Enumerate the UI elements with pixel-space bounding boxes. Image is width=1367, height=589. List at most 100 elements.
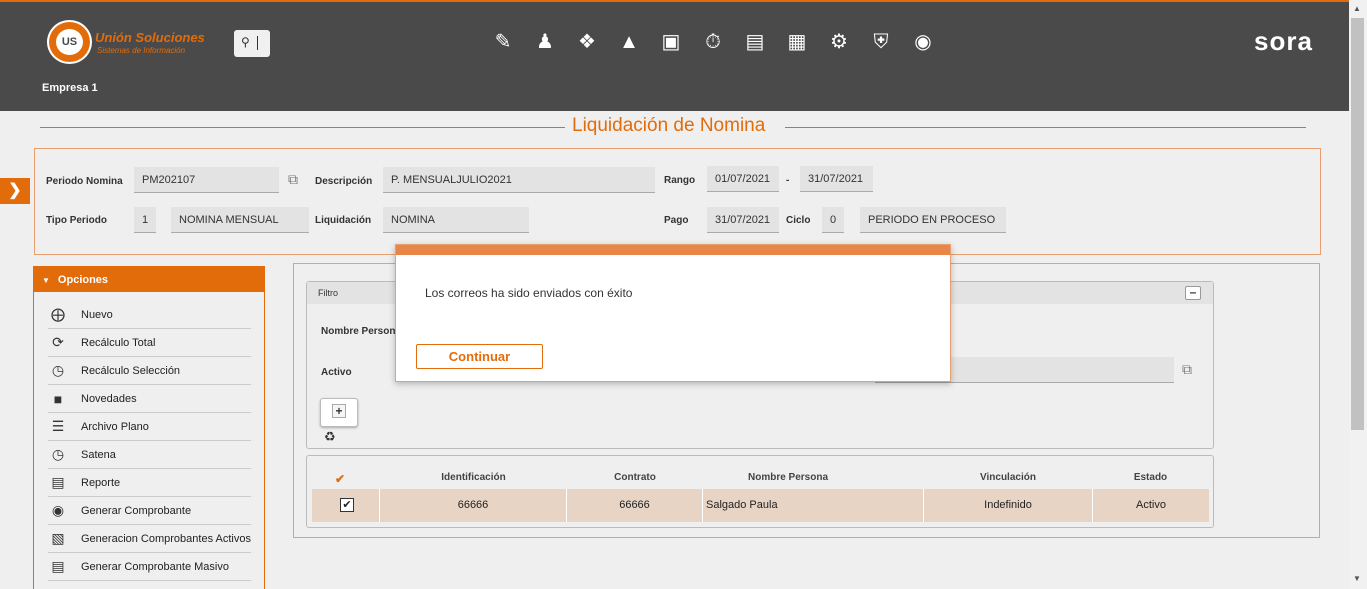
page-scrollbar[interactable]: ▲ ▼ (1349, 0, 1367, 589)
report-icon: ▤ (51, 558, 65, 574)
cell-vinculacion: Indefinido (924, 489, 1093, 522)
menu-item-generar-comprobante-masivo[interactable]: ▤ Generar Comprobante Masivo (48, 553, 251, 581)
descripcion-label: Descripción (315, 176, 373, 187)
nombre-persona-label: Nombre Person (321, 326, 396, 337)
estado-periodo-field: PERIODO EN PROCESO (860, 207, 1006, 233)
edit-doc-icon[interactable]: ✎ (482, 28, 524, 56)
company-name: Unión Soluciones (95, 30, 205, 45)
menu-item-label: Recálculo Total (81, 336, 156, 349)
sidebar-toggle-button[interactable]: ❯ (0, 178, 30, 204)
search-person-icon[interactable]: ◉ (902, 28, 944, 56)
dialog-message: Los correos ha sido enviados con éxito (425, 286, 633, 300)
lookup-icon[interactable]: ⧉ (288, 171, 298, 188)
column-header[interactable]: Nombre Persona (703, 472, 873, 483)
activo-label: Activo (321, 367, 352, 378)
options-header[interactable]: ▼ Opciones (34, 267, 264, 292)
org-chart-icon[interactable]: ▲ (608, 28, 650, 56)
menu-item-generar-comprobante[interactable]: ◉ Generar Comprobante (48, 497, 251, 525)
cell-nombre: Salgado Paula (703, 489, 924, 522)
menu-item-nuevo[interactable]: ⨁ Nuevo (48, 301, 251, 329)
rango-to-field[interactable]: 31/07/2021 (800, 166, 873, 192)
company-logo[interactable]: US (47, 20, 92, 64)
menu-item-archivo-plano[interactable]: ☰ Archivo Plano (48, 413, 251, 441)
menu-item-label: Nuevo (81, 308, 113, 321)
column-header[interactable]: Contrato (567, 472, 703, 483)
menu-item-novedades[interactable]: ■ Novedades (48, 385, 251, 413)
pago-label: Pago (664, 215, 689, 226)
plus-icon: + (332, 404, 346, 418)
menu-item-label: Generar Comprobante Masivo (81, 560, 229, 573)
tipo-code-field[interactable]: 1 (134, 207, 156, 233)
caret-down-icon: ▼ (42, 276, 50, 285)
menu-item-recalculo-total[interactable]: ⟳ Recálculo Total (48, 329, 251, 357)
check-all-icon[interactable]: ✔ (335, 472, 345, 486)
row-checkbox[interactable]: ✔ (340, 498, 354, 512)
success-dialog: Los correos ha sido enviados con éxito C… (395, 244, 951, 382)
dialog-header-bar (396, 245, 950, 255)
company-selector[interactable]: Empresa 1 (42, 82, 98, 94)
page-title: Liquidación de Nomina (572, 115, 766, 136)
chevron-right-icon: ❯ (8, 182, 22, 199)
menu-item-satena[interactable]: ◷ Satena (48, 441, 251, 469)
menu-item-label: Reporte (81, 476, 121, 489)
liquidacion-field[interactable]: NOMINA (383, 207, 529, 233)
report-icon: ▤ (51, 474, 65, 490)
options-menu: ⨁ Nuevo ⟳ Recálculo Total ◷ Recálculo Selec… (48, 301, 251, 581)
clock-icon: ◷ (51, 446, 65, 462)
ciclo-field[interactable]: 0 (822, 207, 844, 233)
clock-icon: ◷ (51, 362, 65, 378)
scroll-down-icon[interactable]: ▼ (1353, 574, 1361, 583)
add-filter-button[interactable]: + (320, 398, 358, 427)
logo-initials: US (56, 29, 83, 55)
pago-field[interactable]: 31/07/2021 (707, 207, 779, 233)
title-divider-right (785, 127, 1306, 128)
document-icon[interactable]: ▤ (734, 28, 776, 56)
search-icon: ⚲ (241, 35, 250, 49)
person-card-icon[interactable]: ▣ (650, 28, 692, 56)
menu-item-label: Satena (81, 448, 116, 461)
employees-grid: ✔ Identificación Contrato Nombre Persona… (306, 455, 1214, 528)
presentation-icon[interactable]: ▦ (776, 28, 818, 56)
options-panel: ▼ Opciones ⨁ Nuevo ⟳ Recálculo Total ◷ Recál… (33, 266, 265, 589)
row-select-cell[interactable]: ✔ (312, 489, 380, 522)
descripcion-field[interactable]: P. MENSUALJULIO2021 (383, 167, 655, 193)
menu-item-label: Recálculo Selección (81, 364, 181, 377)
scroll-thumb[interactable] (1351, 18, 1364, 430)
gift-icon[interactable]: ❖ (566, 28, 608, 56)
menu-item-label: Novedades (81, 392, 137, 405)
user-icon[interactable]: ♟ (524, 28, 566, 56)
scroll-up-icon[interactable]: ▲ (1353, 4, 1361, 13)
eye-icon: ◉ (51, 502, 65, 518)
search-caret (257, 36, 258, 50)
title-divider-left (40, 127, 565, 128)
gears-icon[interactable]: ⚙ (818, 28, 860, 56)
grid-header: ✔ Identificación Contrato Nombre Persona… (307, 465, 1213, 489)
clear-filter-icon[interactable]: ♻ (324, 429, 336, 445)
plus-circle-icon: ⨁ (51, 306, 65, 322)
column-header[interactable]: Estado (1093, 472, 1208, 483)
collapse-button[interactable]: – (1185, 286, 1201, 300)
lookup-icon[interactable]: ⧉ (1182, 361, 1192, 378)
sora-brand-logo: sora (1254, 26, 1313, 56)
rango-label: Rango (664, 175, 696, 186)
column-header[interactable]: Vinculación (924, 472, 1092, 483)
shield-check-icon[interactable]: ⛨ (860, 28, 902, 56)
options-title: Opciones (57, 274, 109, 286)
cell-identificacion: 66666 (380, 489, 567, 522)
refresh-icon: ⟳ (52, 334, 64, 350)
search-button[interactable]: ⚲ (234, 30, 270, 57)
continuar-button[interactable]: Continuar (416, 344, 543, 369)
tipo-periodo-field[interactable]: NOMINA MENSUAL (171, 207, 309, 233)
menu-item-reporte[interactable]: ▤ Reporte (48, 469, 251, 497)
menu-item-recalculo-seleccion[interactable]: ◷ Recálculo Selección (48, 357, 251, 385)
menu-item-generacion-comprobantes-activos[interactable]: ▧ Generacion Comprobantes Activos (48, 525, 251, 553)
menu-item-label: Archivo Plano (81, 420, 149, 433)
tipo-periodo-label: Tipo Periodo (46, 215, 107, 226)
stopwatch-icon[interactable]: ⏱ (692, 28, 734, 56)
periodo-field[interactable]: PM202107 (134, 167, 279, 193)
rango-from-field[interactable]: 01/07/2021 (707, 166, 779, 192)
table-row[interactable]: ✔ 66666 66666 Salgado Paula Indefinido A… (312, 489, 1209, 522)
module-nav: ✎ ♟ ❖ ▲ ▣ ⏱ ▤ ▦ ⚙ ⛨ ◉ (482, 28, 944, 56)
column-header[interactable]: Identificación (380, 472, 567, 483)
cell-contrato: 66666 (567, 489, 703, 522)
